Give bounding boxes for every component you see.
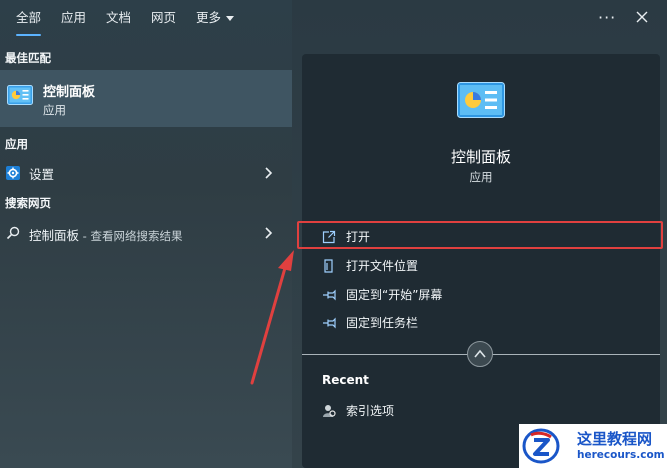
action-label: 固定到“开始”屏幕 xyxy=(346,288,443,302)
close-icon[interactable] xyxy=(632,6,652,28)
recent-item-label: 索引选项 xyxy=(346,404,395,418)
pin-icon xyxy=(323,317,336,329)
tab-documents[interactable]: 文档 xyxy=(106,10,131,30)
tab-apps[interactable]: 应用 xyxy=(61,10,86,30)
best-match-heading: 最佳匹配 xyxy=(5,51,51,65)
pin-icon xyxy=(323,289,336,301)
tab-web[interactable]: 网页 xyxy=(151,10,176,30)
action-label: 打开文件位置 xyxy=(346,259,419,273)
app-item-settings[interactable]: 设置 xyxy=(0,159,292,187)
detail-subtitle: 应用 xyxy=(469,170,493,184)
watermark-text: 这里教程网 xyxy=(577,430,653,448)
watermark-url: herecours.com xyxy=(577,449,665,461)
tab-all[interactable]: 全部 xyxy=(16,10,42,36)
chevron-right-icon[interactable] xyxy=(263,227,273,239)
app-item-label: 设置 xyxy=(29,167,55,182)
filter-tabs: 全部 应用 文档 网页 更多 ··· xyxy=(0,0,667,38)
recent-heading: Recent xyxy=(322,373,369,387)
action-label: 固定到任务栏 xyxy=(346,316,419,330)
web-search-heading: 搜索网页 xyxy=(5,196,51,210)
indexing-options-icon xyxy=(323,405,336,417)
web-search-suffix: - 查看网络搜索结果 xyxy=(79,229,183,243)
collapse-button[interactable] xyxy=(467,341,493,367)
tab-more[interactable]: 更多 xyxy=(196,10,235,30)
tab-more-label: 更多 xyxy=(196,10,222,25)
apps-heading: 应用 xyxy=(5,137,28,151)
best-match-name: 控制面板 xyxy=(43,85,96,100)
watermark-logo xyxy=(522,428,560,464)
ellipsis-icon[interactable]: ··· xyxy=(598,8,616,27)
best-match-type: 应用 xyxy=(43,103,66,117)
chevron-up-icon xyxy=(474,349,486,358)
web-search-item[interactable]: 控制面板 - 查看网络搜索结果 xyxy=(0,219,292,247)
control-panel-icon xyxy=(7,85,33,105)
chevron-right-icon[interactable] xyxy=(263,167,273,179)
chevron-down-icon xyxy=(226,16,235,21)
detail-title: 控制面板 xyxy=(450,148,511,166)
settings-gear-icon xyxy=(6,166,20,180)
open-icon xyxy=(322,230,336,244)
search-icon xyxy=(6,226,20,240)
action-label: 打开 xyxy=(346,230,371,244)
web-search-query: 控制面板 xyxy=(29,228,80,243)
control-panel-icon xyxy=(457,82,505,118)
file-location-icon xyxy=(324,259,333,273)
